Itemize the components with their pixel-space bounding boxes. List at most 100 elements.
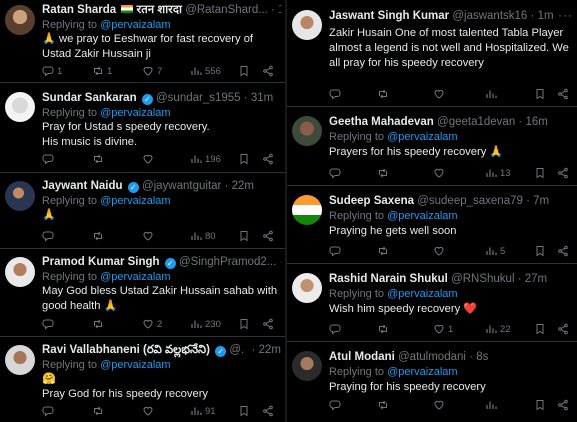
author-name[interactable]: Atul Modani [329, 351, 395, 363]
views-button[interactable]: 80 [190, 229, 216, 243]
avatar[interactable] [292, 195, 322, 225]
views-button[interactable] [485, 87, 497, 101]
bookmark-button[interactable] [534, 322, 546, 336]
author-name[interactable]: Rashid Narain Shukul [329, 273, 448, 285]
tweet-time[interactable]: 1m [538, 10, 554, 22]
reply-button[interactable] [329, 398, 341, 412]
avatar[interactable] [292, 10, 322, 40]
mention-link[interactable]: @pervaizalam [100, 107, 170, 119]
like-button[interactable] [433, 166, 445, 180]
bookmark-button[interactable] [534, 166, 546, 180]
repost-button[interactable] [377, 398, 389, 412]
author-handle[interactable]: @RNShukul [451, 273, 514, 285]
mention-link[interactable]: @pervaizalam [100, 271, 170, 283]
share-button[interactable] [262, 317, 274, 331]
mention-link[interactable]: @pervaizalam [100, 19, 170, 31]
bookmark-button[interactable] [534, 87, 546, 101]
author-handle[interactable]: @jaswantsk16 [452, 10, 527, 22]
avatar[interactable] [5, 345, 35, 375]
views-button[interactable]: 230 [190, 317, 221, 331]
author-name[interactable]: Ratan Sharda [42, 4, 116, 16]
bookmark-button[interactable] [238, 64, 250, 78]
repost-button[interactable] [92, 317, 104, 331]
tweet-time[interactable]: 27m [525, 273, 547, 285]
mention-link[interactable]: @pervaizalam [387, 366, 457, 378]
reply-tweet[interactable]: Jaswant Singh Kumar @jaswantsk16 · 1m ··… [287, 0, 577, 107]
reply-button[interactable] [42, 229, 54, 243]
avatar[interactable] [292, 351, 322, 381]
author-handle[interactable]: @... [229, 344, 245, 356]
reply-tweet[interactable]: Rashid Narain Shukul @RNShukul · 27m Rep… [287, 264, 577, 342]
author-handle[interactable]: @jaywantguitar [142, 180, 221, 192]
author-name[interactable]: Jaswant Singh Kumar [329, 10, 449, 22]
like-button[interactable] [142, 404, 154, 418]
repost-button[interactable] [92, 404, 104, 418]
reply-tweet[interactable]: Sundar Sankaran ✓ @sundar_s1955 · 31m Re… [0, 83, 285, 173]
like-button[interactable] [142, 229, 154, 243]
author-name[interactable]: Sundar Sankaran [42, 92, 137, 104]
like-button[interactable] [433, 244, 445, 258]
like-button[interactable] [433, 398, 445, 412]
views-button[interactable]: 91 [190, 404, 216, 418]
views-button[interactable]: 556 [190, 64, 221, 78]
reply-button[interactable] [329, 244, 341, 258]
tweet-time[interactable]: 1h [278, 4, 281, 16]
reply-button[interactable] [42, 404, 54, 418]
author-handle[interactable]: @SinghPramod2... [179, 256, 276, 268]
views-button[interactable] [485, 398, 497, 412]
like-button[interactable] [142, 152, 154, 166]
tweet-time[interactable]: 16m [525, 116, 547, 128]
share-button[interactable] [262, 152, 274, 166]
reply-button[interactable] [42, 152, 54, 166]
author-name[interactable]: Sudeep Saxena [329, 195, 414, 207]
reply-tweet[interactable]: Ravi Vallabhaneni (రవి వల్లభనేని) ✓ @...… [0, 337, 285, 422]
reply-button[interactable] [329, 166, 341, 180]
share-button[interactable] [557, 166, 569, 180]
share-button[interactable] [262, 404, 274, 418]
mention-link[interactable]: @pervaizalam [387, 288, 457, 300]
tweet-time[interactable]: 22m [259, 344, 281, 356]
views-button[interactable]: 5 [485, 244, 505, 258]
like-button[interactable]: 7 [142, 64, 162, 78]
tweet-time[interactable]: 22m [232, 180, 254, 192]
share-button[interactable] [262, 229, 274, 243]
avatar[interactable] [5, 5, 35, 35]
author-name[interactable]: Geetha Mahadevan [329, 116, 434, 128]
author-handle[interactable]: @sundar_s1955 [156, 92, 241, 104]
avatar[interactable] [292, 273, 322, 303]
repost-button[interactable] [377, 322, 389, 336]
reply-tweet[interactable]: Jaywant Naidu ✓ @jaywantguitar · 22m Rep… [0, 173, 285, 249]
author-name[interactable]: Jaywant Naidu [42, 180, 123, 192]
like-button[interactable] [433, 87, 445, 101]
bookmark-button[interactable] [534, 244, 546, 258]
mention-link[interactable]: @pervaizalam [100, 359, 170, 371]
views-button[interactable]: 196 [190, 152, 221, 166]
author-name[interactable]: Ravi Vallabhaneni (రవి వల్లభనేని) [42, 344, 210, 356]
avatar[interactable] [5, 257, 35, 287]
author-handle[interactable]: @RatanShard... [185, 4, 268, 16]
like-button[interactable]: 1 [433, 322, 453, 336]
reply-tweet[interactable]: Pramod Kumar Singh ✓ @SinghPramod2... · … [0, 249, 285, 337]
mention-link[interactable]: @pervaizalam [387, 131, 457, 143]
repost-button[interactable] [377, 166, 389, 180]
repost-button[interactable] [377, 87, 389, 101]
author-handle[interactable]: @geeta1devan [437, 116, 515, 128]
author-handle[interactable]: @atulmodani [398, 351, 466, 363]
reply-button[interactable] [329, 87, 341, 101]
author-handle[interactable]: @sudeep_saxena79 [417, 195, 523, 207]
avatar[interactable] [5, 92, 35, 122]
tweet-time[interactable]: 31m [251, 92, 273, 104]
more-icon[interactable]: ··· [558, 8, 573, 22]
repost-button[interactable] [377, 244, 389, 258]
reply-tweet[interactable]: Atul Modani @atulmodani · 8s Replying to… [287, 342, 577, 422]
reply-button[interactable] [329, 322, 341, 336]
avatar[interactable] [5, 181, 35, 211]
views-button[interactable]: 13 [485, 166, 511, 180]
author-name[interactable]: Pramod Kumar Singh [42, 256, 160, 268]
repost-button[interactable] [92, 152, 104, 166]
share-button[interactable] [557, 87, 569, 101]
share-button[interactable] [557, 244, 569, 258]
reply-button[interactable]: 1 [42, 64, 62, 78]
share-button[interactable] [557, 322, 569, 336]
tweet-time[interactable]: 8s [476, 351, 488, 363]
